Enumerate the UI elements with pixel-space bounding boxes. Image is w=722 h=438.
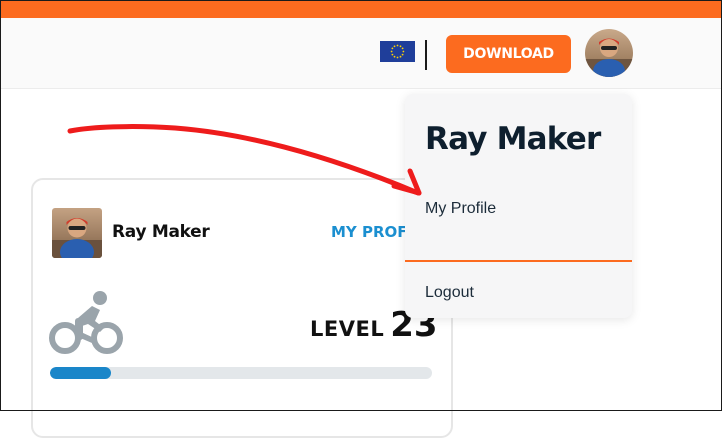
eu-flag-icon[interactable] bbox=[380, 41, 415, 62]
dropdown-user-name: Ray Maker bbox=[425, 121, 601, 157]
my-profile-link[interactable]: MY PROF bbox=[331, 223, 408, 241]
top-brand-strip bbox=[0, 0, 722, 18]
card-user-name: Ray Maker bbox=[112, 222, 210, 242]
level-progress-bar bbox=[50, 367, 432, 379]
level-progress-fill bbox=[50, 367, 112, 379]
dropdown-separator bbox=[405, 260, 632, 262]
dropdown-my-profile-item[interactable]: My Profile bbox=[425, 200, 496, 218]
header-bar: DOWNLOAD bbox=[0, 18, 722, 89]
user-avatar-button[interactable] bbox=[585, 29, 633, 77]
card-avatar bbox=[52, 208, 102, 258]
user-dropdown-menu: Ray Maker My Profile Logout bbox=[405, 94, 632, 318]
download-button[interactable]: DOWNLOAD bbox=[446, 35, 571, 73]
cycling-icon bbox=[48, 288, 124, 356]
header-divider bbox=[425, 40, 427, 70]
dropdown-logout-item[interactable]: Logout bbox=[425, 284, 474, 302]
level-label: LEVEL bbox=[310, 317, 385, 341]
